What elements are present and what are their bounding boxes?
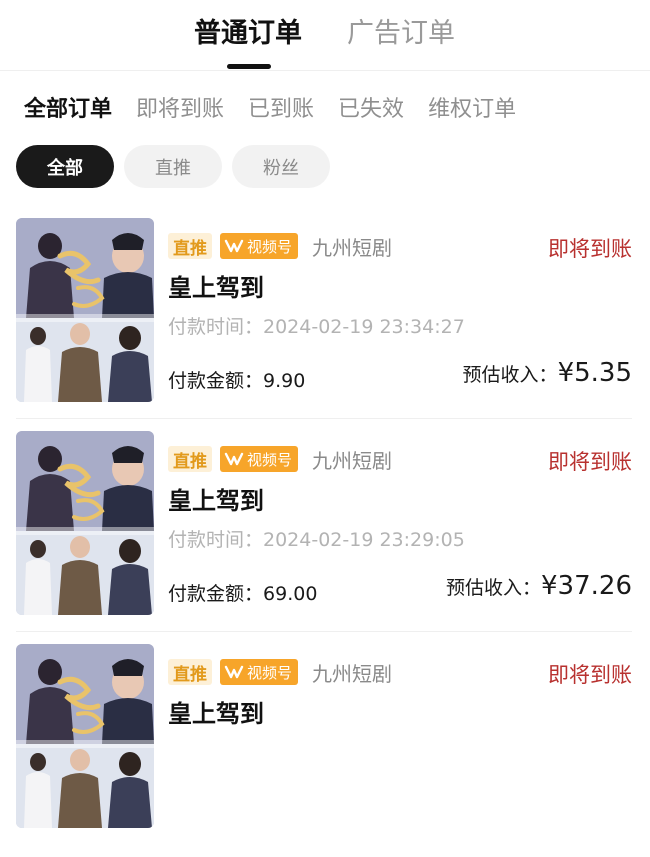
video-channel-icon	[224, 238, 244, 254]
filter-rights-protection[interactable]: 维权订单	[428, 94, 516, 126]
order-title: 皇上驾到	[168, 274, 264, 302]
source-filter-pills: 全部 直推 粉丝	[16, 145, 330, 188]
filter-all-orders[interactable]: 全部订单	[24, 94, 112, 126]
order-status: 即将到账	[548, 237, 632, 261]
order-card[interactable]: 直推 视频号 九州短剧 即将到账 皇上驾到	[0, 631, 650, 857]
pay-amount-value: 9.90	[263, 370, 306, 392]
channel-tag-label: 视频号	[247, 450, 293, 469]
channel-tag: 视频号	[220, 233, 299, 259]
direct-tag: 直推	[168, 446, 212, 472]
pill-fans[interactable]: 粉丝	[232, 145, 330, 188]
order-list: 直推 视频号 九州短剧 即将到账 皇上驾到 付款时间：2024-02-19 23…	[0, 218, 650, 857]
order-card[interactable]: 直推 视频号 九州短剧 即将到账 皇上驾到 付款时间：2024-02-19 23…	[0, 418, 650, 644]
direct-tag: 直推	[168, 659, 212, 685]
order-title: 皇上驾到	[168, 487, 264, 515]
tab-normal-orders[interactable]: 普通订单	[194, 16, 302, 52]
filter-received[interactable]: 已到账	[248, 94, 314, 126]
source-name: 九州短剧	[312, 235, 393, 260]
pay-amount: 付款金额：9.90	[168, 366, 305, 393]
video-channel-icon	[224, 664, 244, 680]
order-tags: 直推 视频号 九州短剧	[168, 445, 392, 473]
pay-amount-label: 付款金额：	[168, 370, 264, 392]
active-tab-indicator	[227, 64, 271, 69]
source-name: 九州短剧	[312, 448, 393, 473]
channel-tag-label: 视频号	[247, 663, 293, 682]
pay-time: 付款时间：2024-02-19 23:29:05	[168, 529, 465, 551]
pay-time: 付款时间：2024-02-19 23:34:27	[168, 316, 465, 338]
order-status: 即将到账	[548, 663, 632, 687]
estimated-income-label: 预估收入：	[462, 364, 558, 386]
order-title: 皇上驾到	[168, 700, 264, 728]
order-status: 即将到账	[548, 450, 632, 474]
pill-all[interactable]: 全部	[16, 145, 114, 188]
drama-poster-image	[16, 218, 154, 402]
pay-amount: 付款金额：69.00	[168, 579, 317, 606]
order-type-tabs: 普通订单 广告订单	[0, 0, 650, 71]
order-tags: 直推 视频号 九州短剧	[168, 232, 392, 260]
estimated-income-label: 预估收入：	[446, 577, 542, 599]
channel-tag-label: 视频号	[247, 237, 293, 256]
order-card[interactable]: 直推 视频号 九州短剧 即将到账 皇上驾到 付款时间：2024-02-19 23…	[0, 218, 650, 431]
filter-pending[interactable]: 即将到账	[136, 94, 224, 126]
direct-tag: 直推	[168, 233, 212, 259]
drama-poster-image	[16, 644, 154, 828]
status-filter-bar: 全部订单 即将到账 已到账 已失效 维权订单	[24, 94, 516, 126]
tab-ad-orders[interactable]: 广告订单	[347, 16, 455, 52]
video-channel-icon	[224, 451, 244, 467]
channel-tag: 视频号	[220, 446, 299, 472]
drama-poster-image	[16, 431, 154, 615]
filter-expired[interactable]: 已失效	[338, 94, 404, 126]
order-tags: 直推 视频号 九州短剧	[168, 658, 392, 686]
estimated-income-value: ¥5.35	[557, 358, 632, 388]
estimated-income-value: ¥37.26	[541, 571, 632, 601]
pay-amount-value: 69.00	[263, 583, 318, 605]
source-name: 九州短剧	[312, 661, 393, 686]
pay-amount-label: 付款金额：	[168, 583, 264, 605]
estimated-income: 预估收入：¥37.26	[446, 571, 632, 601]
pill-direct[interactable]: 直推	[124, 145, 222, 188]
channel-tag: 视频号	[220, 659, 299, 685]
estimated-income: 预估收入：¥5.35	[463, 358, 632, 388]
